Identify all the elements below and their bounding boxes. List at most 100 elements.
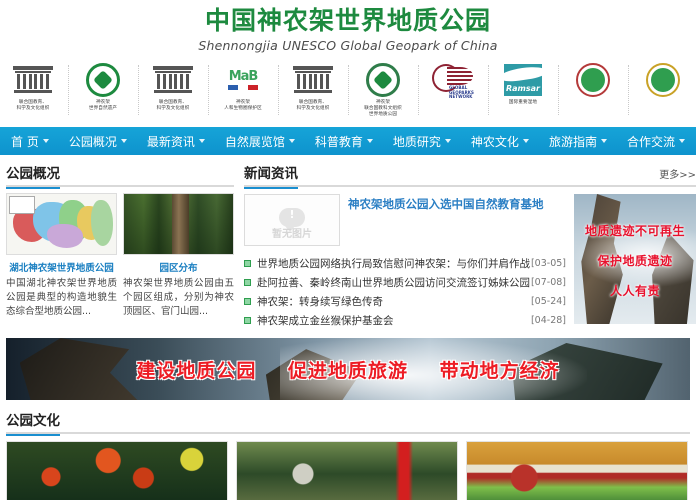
logo-cell-geopark[interactable]: 神农架 联合国教科文组织 世界地质公园	[348, 61, 418, 121]
logo-cell-unesco-3[interactable]: 联合国教育、 科学及文化组织	[278, 61, 348, 121]
promo-line-1: 地质遗迹不可再生	[584, 224, 685, 238]
section-header-culture: 公园文化	[6, 408, 690, 436]
news-title[interactable]: 神农架：转身续写绿色传奇	[257, 294, 531, 309]
list-item[interactable]: 世界地质公园网络执行局致信慰问神农架：与你们并肩作战 [03-05]	[244, 254, 566, 273]
logo-caption: 国际重要湿地	[508, 100, 538, 105]
news-title[interactable]: 世界地质公园网络执行局致信慰问神农架：与你们并肩作战	[257, 256, 531, 271]
chevron-down-icon	[288, 139, 295, 143]
culture-card[interactable]	[236, 441, 458, 500]
news-date: [07-08]	[530, 277, 566, 288]
news-title[interactable]: 神农架成立金丝猴保护基金会	[257, 313, 531, 328]
chevron-down-icon	[198, 139, 205, 143]
forest-thumbnail[interactable]	[123, 193, 234, 255]
banner-slogans: 建设地质公园 促进地质旅游 带动地方经济	[6, 356, 690, 383]
park-map-thumbnail[interactable]	[6, 193, 117, 255]
natural-heritage-icon	[86, 61, 120, 99]
list-item[interactable]: 神农架成立金丝猴保护基金会 [04-28]	[244, 311, 566, 330]
section-title: 公园概况	[6, 162, 60, 189]
page-title: 中国神农架世界地质公园	[204, 6, 491, 35]
chevron-down-icon	[444, 139, 451, 143]
logo-cell-unesco-1[interactable]: 联合国教育、 科学及文化组织	[0, 61, 68, 121]
nav-item-nature-museum[interactable]: 自然展览馆	[215, 127, 305, 155]
china-emblem-icon	[576, 61, 610, 99]
culture-card-list	[6, 441, 690, 500]
promo-line-2: 保护地质遗迹	[597, 254, 673, 268]
slogan-banner[interactable]: 建设地质公园 促进地质旅游 带动地方经济	[6, 338, 690, 400]
unesco-temple-icon	[293, 61, 333, 99]
logo-caption: 联合国教育、 科学及文化组织	[296, 100, 330, 111]
nav-item-travel-guide[interactable]: 旅游指南	[539, 127, 617, 155]
logo-cell-ggn[interactable]: GLOBAL GEOPARKS NETWORK	[418, 61, 488, 121]
nav-item-geology-research[interactable]: 地质研究	[383, 127, 461, 155]
global-geoparks-network-icon: GLOBAL GEOPARKS NETWORK	[431, 61, 475, 99]
chevron-down-icon	[522, 139, 529, 143]
nav-item-cooperation[interactable]: 合作交流	[617, 127, 695, 155]
logo-cell-unesco-2[interactable]: 联合国教育、 科学及文化组织	[138, 61, 208, 121]
nav-item-shennong-culture[interactable]: 神农文化	[461, 127, 539, 155]
folk-opera-photo[interactable]	[467, 442, 687, 500]
logo-caption: 联合国教育、 科学及文化组织	[16, 100, 50, 111]
list-item[interactable]: 神农架：转身续写绿色传奇 [05-24]	[244, 292, 566, 311]
nav-label: 旅游指南	[548, 134, 597, 149]
chevron-down-icon	[678, 139, 685, 143]
main-content: 公园概况 湖北神农架世界地质公园 中国湖北神农架世界地质公园是典型的构造地貌生态…	[0, 155, 696, 330]
nav-label: 自然展览馆	[224, 134, 285, 149]
logo-caption: 神农架 联合国教科文组织 世界地质公园	[364, 100, 402, 117]
overview-card-list: 湖北神农架世界地质公园 中国湖北神农架世界地质公园是典型的构造地貌生态综合型地质…	[6, 193, 234, 319]
ramsar-icon: Ramsar	[504, 61, 542, 99]
overview-card[interactable]: 湖北神农架世界地质公园 中国湖北神农架世界地质公园是典型的构造地貌生态综合型地质…	[6, 193, 117, 319]
logo-cell-ramsar[interactable]: Ramsar 国际重要湿地	[488, 61, 558, 121]
logo-cell-emblem-red[interactable]	[558, 61, 628, 121]
news-date: [04-28]	[530, 315, 566, 326]
more-link[interactable]: 更多>>	[659, 166, 696, 181]
section-title: 公园文化	[6, 409, 60, 436]
mountain-temple-photo[interactable]	[237, 442, 457, 500]
culture-card[interactable]	[6, 441, 228, 500]
news-date: [05-24]	[530, 296, 566, 307]
section-header-news: 新闻资讯 更多>>	[244, 161, 696, 189]
banner-slogan-3: 带动地方经济	[439, 360, 560, 382]
promo-text: 地质遗迹不可再生 保护地质遗迹 人人有责	[574, 216, 696, 306]
chevron-down-icon	[120, 139, 127, 143]
nav-label: 合作交流	[626, 134, 675, 149]
overview-card-caption[interactable]: 湖北神农架世界地质公园	[6, 260, 117, 274]
chevron-down-icon	[42, 139, 49, 143]
news-list: 世界地质公园网络执行局致信慰问神农架：与你们并肩作战 [03-05] 赴阿拉善、…	[244, 254, 566, 330]
logo-caption: 神农架 人和生物圈保护区	[224, 100, 262, 111]
unesco-temple-icon	[13, 61, 53, 99]
park-culture-section: 公园文化	[0, 400, 696, 500]
overview-card-desc: 神农架世界地质公园由五个园区组成，分别为神农顶园区、官门山园...	[123, 278, 234, 317]
geoheritage-promo-banner[interactable]: 地质遗迹不可再生 保护地质遗迹 人人有责	[574, 194, 696, 324]
bullet-square-icon	[244, 317, 251, 324]
park-overview-section: 公园概况 湖北神农架世界地质公园 中国湖北神农架世界地质公园是典型的构造地貌生态…	[6, 161, 234, 330]
no-image-placeholder: ! 暂无图片	[244, 194, 340, 246]
china-emblem-gold-icon	[646, 61, 680, 99]
logo-cell-mab[interactable]: MaB 神农架 人和生物圈保护区	[208, 61, 278, 121]
news-lead: ! 暂无图片 神农架地质公园入选中国自然教育基地	[244, 194, 566, 246]
list-item[interactable]: 赴阿拉善、秦岭终南山世界地质公园访问交流签订姊妹公园 [07-08]	[244, 273, 566, 292]
nav-item-science-education[interactable]: 科普教育	[305, 127, 383, 155]
banner-slogan-2: 促进地质旅游	[287, 360, 408, 382]
autumn-foliage-photo[interactable]	[7, 442, 227, 500]
logo-cell-natural-heritage[interactable]: 神农架 世界自然遗产	[68, 61, 138, 121]
nav-label: 公园概况	[68, 134, 117, 149]
geopark-leaf-icon	[366, 61, 400, 99]
section-title: 新闻资讯	[244, 162, 298, 189]
bullet-square-icon	[244, 279, 251, 286]
nav-item-home[interactable]: 首 页	[1, 127, 59, 155]
overview-card[interactable]: 园区分布 神农架世界地质公园由五个园区组成，分别为神农顶园区、官门山园...	[123, 193, 234, 319]
culture-card[interactable]	[466, 441, 688, 500]
logo-cell-emblem-gold[interactable]	[628, 61, 696, 121]
main-navigation[interactable]: 首 页 公园概况 最新资讯 自然展览馆 科普教育 地质研究 神农文化 旅游指南 …	[0, 127, 696, 155]
news-body: ! 暂无图片 神农架地质公园入选中国自然教育基地 世界地质公园网络执行局致信慰问…	[244, 194, 696, 330]
nav-item-latest-news[interactable]: 最新资讯	[137, 127, 215, 155]
nav-label: 地质研究	[392, 134, 441, 149]
no-image-label: 暂无图片	[272, 229, 312, 240]
nav-item-park-overview[interactable]: 公园概况	[59, 127, 137, 155]
overview-card-caption[interactable]: 园区分布	[123, 260, 234, 274]
news-lead-title[interactable]: 神农架地质公园入选中国自然教育基地	[348, 194, 566, 246]
news-title[interactable]: 赴阿拉善、秦岭终南山世界地质公园访问交流签订姊妹公园	[257, 275, 531, 290]
slogan-banner-wrap: 建设地质公园 促进地质旅游 带动地方经济	[0, 330, 696, 400]
promo-line-3: 人人有责	[609, 284, 660, 298]
bullet-square-icon	[244, 298, 251, 305]
